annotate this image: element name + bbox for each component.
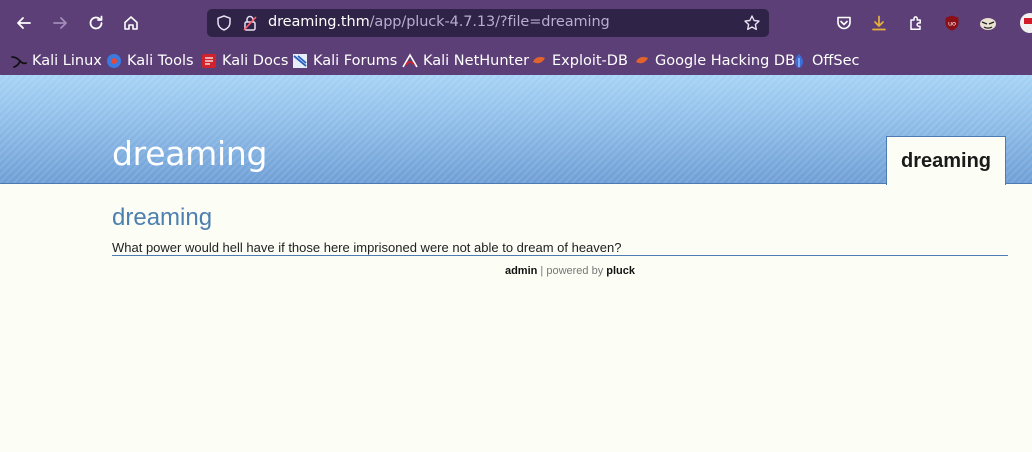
site-header: dreaming dreaming	[0, 75, 1032, 185]
nethunter-icon	[402, 53, 418, 68]
profile-avatar-icon	[1020, 13, 1032, 33]
bookmark-kali-docs[interactable]: Kali Docs	[201, 50, 288, 72]
download-icon	[872, 15, 886, 31]
bookmark-kali-forums[interactable]: Kali Forums	[292, 50, 397, 72]
browser-toolbar: dreaming.thm/app/pluck-4.7.13/?file=drea…	[0, 0, 1032, 46]
shield-icon[interactable]	[215, 14, 233, 32]
bookmark-google-hacking-db[interactable]: Google Hacking DB	[634, 50, 795, 72]
bookmark-kali-tools[interactable]: Kali Tools	[106, 50, 194, 72]
svg-text:uo: uo	[948, 20, 956, 28]
menu-item-dreaming[interactable]: dreaming	[886, 136, 1006, 185]
pluck-link[interactable]: pluck	[606, 265, 635, 277]
insecure-lock-icon[interactable]	[241, 14, 259, 32]
ublock-button[interactable]: uo	[942, 13, 962, 33]
bookmark-label: Exploit-DB	[552, 53, 628, 69]
page-text: What power would hell have if those here…	[112, 240, 1008, 256]
url-host: dreaming.thm	[268, 14, 370, 30]
profile-button[interactable]	[1016, 13, 1032, 33]
bookmarks-bar: Kali Linux Kali Tools Kali Docs Kali For…	[0, 46, 1032, 75]
home-icon	[124, 16, 138, 30]
bookmark-kali-linux[interactable]: Kali Linux	[11, 50, 102, 72]
bookmark-label: Kali Tools	[127, 53, 194, 69]
home-button[interactable]	[117, 9, 145, 37]
downloads-button[interactable]	[869, 13, 889, 33]
extension-face-icon	[980, 18, 996, 30]
kali-forums-icon	[293, 54, 307, 68]
arrow-right-icon	[53, 17, 67, 29]
pocket-icon	[837, 16, 851, 30]
bookmark-label: Kali Forums	[313, 53, 398, 69]
puzzle-icon	[910, 16, 921, 30]
web-page: dreaming dreaming dreaming What power wo…	[0, 75, 1032, 452]
admin-link[interactable]: admin	[505, 265, 537, 277]
site-footer: admin | powered by pluck	[0, 265, 1032, 277]
page-heading: dreaming	[112, 204, 213, 231]
bookmark-label: OffSec	[812, 53, 860, 69]
pocket-button[interactable]	[834, 13, 854, 33]
bookmark-label: Kali NetHunter	[423, 53, 530, 69]
back-button[interactable]	[10, 9, 38, 37]
site-title: dreaming	[112, 134, 268, 173]
bookmark-offsec[interactable]: OffSec	[791, 50, 860, 72]
bookmark-star-icon[interactable]	[743, 14, 761, 32]
address-bar[interactable]: dreaming.thm/app/pluck-4.7.13/?file=drea…	[207, 9, 769, 37]
kali-docs-icon	[202, 54, 216, 68]
footer-separator: | powered by	[537, 265, 607, 277]
bookmark-exploit-db[interactable]: Exploit-DB	[531, 50, 628, 72]
ghdb-icon	[636, 57, 648, 64]
kali-tools-icon	[107, 54, 121, 68]
bookmark-label: Google Hacking DB	[655, 53, 796, 69]
ublock-origin-icon: uo	[945, 15, 959, 31]
bookmark-kali-nethunter[interactable]: Kali NetHunter	[402, 50, 529, 72]
extensions-button[interactable]	[906, 13, 926, 33]
reload-icon	[89, 15, 103, 30]
arrow-left-icon	[17, 17, 31, 29]
url-text[interactable]: dreaming.thm/app/pluck-4.7.13/?file=drea…	[268, 14, 610, 30]
kali-dragon-icon	[11, 56, 27, 68]
bookmark-label: Kali Docs	[222, 53, 289, 69]
bookmark-label: Kali Linux	[32, 53, 102, 69]
extension-button[interactable]	[978, 13, 998, 33]
reload-button[interactable]	[82, 9, 110, 37]
exploit-db-icon	[533, 57, 545, 64]
url-path: /app/pluck-4.7.13/?file=dreaming	[369, 14, 610, 30]
forward-button[interactable]	[46, 9, 74, 37]
offsec-icon	[795, 54, 803, 68]
